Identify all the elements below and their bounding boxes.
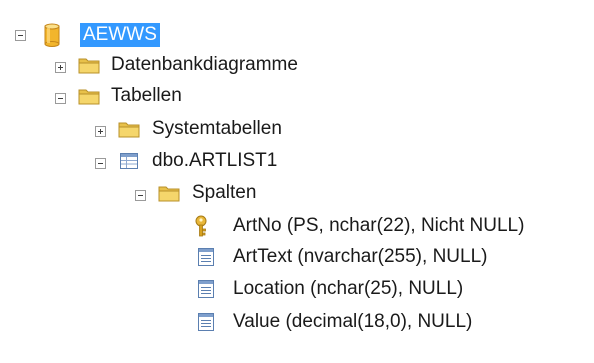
folder-icon [78,87,100,111]
column-label[interactable]: ArtNo (PS, nchar(22), Nicht NULL) [233,214,524,238]
column-label[interactable]: Value (decimal(18,0), NULL) [233,310,472,334]
column-icon [198,280,214,304]
tree-node-column[interactable]: Location (nchar(25), NULL) [0,275,594,305]
tree-node-column[interactable]: ArtNo (PS, nchar(22), Nicht NULL) [0,212,594,242]
tree-node-column[interactable]: ArtText (nvarchar(255), NULL) [0,243,594,273]
column-icon [198,248,214,272]
column-label[interactable]: Location (nchar(25), NULL) [233,277,463,301]
tree-node-table-artlist1[interactable]: dbo.ARTLIST1 [0,147,594,177]
node-label[interactable]: Datenbankdiagramme [111,53,298,77]
node-label[interactable]: Tabellen [111,84,182,108]
database-cylinder-icon [44,23,60,53]
object-explorer-tree: AEWWS Datenbankdiagramme Tabellen System… [0,0,594,363]
tree-node-tabellen[interactable]: Tabellen [0,82,594,112]
collapse-toggle[interactable] [55,93,66,104]
collapse-toggle[interactable] [15,30,26,41]
primary-key-icon [194,215,208,243]
node-label[interactable]: Systemtabellen [152,117,282,141]
table-icon [120,153,138,175]
tree-node-systemtabellen[interactable]: Systemtabellen [0,115,594,145]
node-label[interactable]: Spalten [192,181,256,205]
column-icon [198,313,214,337]
expand-toggle[interactable] [95,126,106,137]
folder-icon [158,184,180,208]
node-label[interactable]: dbo.ARTLIST1 [152,149,277,173]
expand-toggle[interactable] [55,62,66,73]
folder-icon [118,120,140,144]
tree-node-spalten[interactable]: Spalten [0,179,594,209]
database-label[interactable]: AEWWS [80,23,160,47]
folder-icon [78,56,100,80]
tree-node-database[interactable]: AEWWS [0,20,594,50]
tree-node-datenbankdiagramme[interactable]: Datenbankdiagramme [0,51,594,81]
tree-node-column[interactable]: Value (decimal(18,0), NULL) [0,308,594,338]
collapse-toggle[interactable] [95,158,106,169]
collapse-toggle[interactable] [135,190,146,201]
column-label[interactable]: ArtText (nvarchar(255), NULL) [233,245,487,269]
